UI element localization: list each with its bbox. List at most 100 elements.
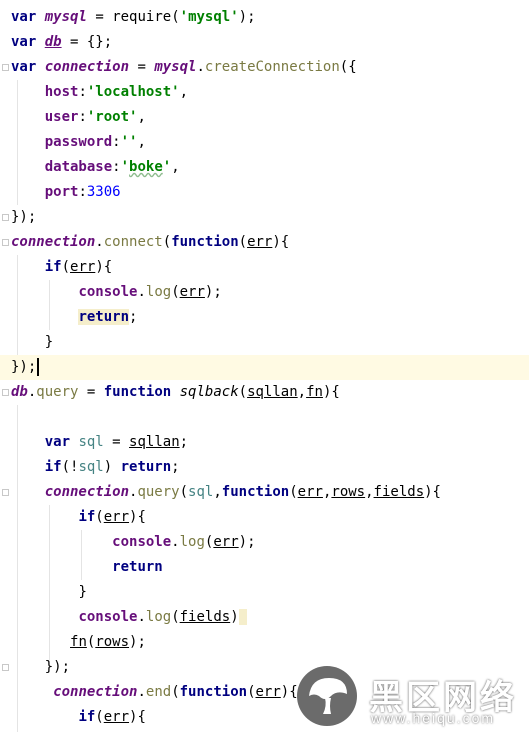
method-call: log xyxy=(145,609,172,625)
code-line-25[interactable]: console.log(fields) xyxy=(11,605,248,630)
object-reference: connection xyxy=(44,484,130,500)
code-line-16[interactable]: db.query = function sqlback(sqllan,fn){ xyxy=(11,380,340,405)
parameter: err xyxy=(70,259,96,275)
punctuation: , xyxy=(171,159,180,175)
code-line-18[interactable]: var sql = sqllan; xyxy=(11,430,188,455)
parameter: err xyxy=(297,484,323,500)
operator: = xyxy=(86,9,113,25)
code-line-3[interactable]: var connection = mysql.createConnection(… xyxy=(11,55,357,80)
parameter: err xyxy=(103,709,130,725)
mushroom-logo-icon xyxy=(297,666,357,726)
code-line-6[interactable]: password:'', xyxy=(11,130,146,155)
punctuation: ){ xyxy=(129,509,146,525)
code-line-20[interactable]: connection.query(sql,function(err,rows,f… xyxy=(11,480,441,505)
code-line-27[interactable]: }); xyxy=(11,655,70,680)
code-line-14[interactable]: } xyxy=(11,330,53,355)
keyword: return xyxy=(120,459,172,475)
fold-marker[interactable] xyxy=(2,64,9,71)
keyword: if xyxy=(44,259,62,275)
punctuation: ){ xyxy=(272,234,290,250)
operator: = xyxy=(129,59,155,75)
punctuation: ){ xyxy=(322,384,340,400)
code-line-15-current[interactable]: }); xyxy=(0,355,529,380)
punctuation: } xyxy=(44,334,54,350)
code-line-26[interactable]: fn(rows); xyxy=(11,630,146,655)
parameter: rows xyxy=(95,634,130,650)
variable-name: db xyxy=(44,34,62,50)
code-line-1[interactable]: var mysql = require('mysql'); xyxy=(11,5,256,30)
code-line-2[interactable]: var db = {}; xyxy=(11,30,112,55)
code-line-10[interactable]: connection.connect(function(err){ xyxy=(11,230,289,255)
variable-name: mysql xyxy=(44,9,87,25)
punctuation: ){ xyxy=(280,684,298,700)
property-key: database xyxy=(44,159,113,175)
punctuation: ( xyxy=(289,484,298,500)
punctuation: (! xyxy=(61,459,79,475)
fold-marker[interactable] xyxy=(2,389,9,396)
code-line-28[interactable]: connection.end(function(err){ xyxy=(11,680,298,705)
string-literal: 'root' xyxy=(86,109,138,125)
keyword: function xyxy=(221,484,290,500)
method-call: connect xyxy=(103,234,163,250)
punctuation: : xyxy=(112,134,121,150)
code-line-5[interactable]: user:'root', xyxy=(11,105,146,130)
keyword: var xyxy=(11,59,37,75)
punctuation: . xyxy=(171,534,180,550)
punctuation: ( xyxy=(238,384,248,400)
operator: = xyxy=(103,434,130,450)
punctuation: ) xyxy=(230,609,239,625)
fold-marker[interactable] xyxy=(2,214,9,221)
code-line-9[interactable]: }); xyxy=(11,205,36,230)
code-line-13[interactable]: return; xyxy=(11,305,137,330)
code-line-4[interactable]: host:'localhost', xyxy=(11,80,188,105)
fold-marker[interactable] xyxy=(2,664,9,671)
keyword: return xyxy=(78,309,130,325)
punctuation: ( xyxy=(247,684,256,700)
punctuation: , xyxy=(179,84,189,100)
local-variable: sql xyxy=(78,459,104,475)
code-line-19[interactable]: if(!sql) return; xyxy=(11,455,180,480)
code-line-21[interactable]: if(err){ xyxy=(11,505,146,530)
code-line-12[interactable]: console.log(err); xyxy=(11,280,221,305)
punctuation: ){ xyxy=(424,484,441,500)
punctuation: ( xyxy=(171,609,180,625)
method-name: query xyxy=(36,384,79,400)
keyword: var xyxy=(11,34,37,50)
punctuation: , xyxy=(213,484,222,500)
string-literal: 'mysql' xyxy=(179,9,239,25)
code-line-24[interactable]: } xyxy=(11,580,86,605)
parameter: err xyxy=(179,284,205,300)
punctuation: . xyxy=(137,609,146,625)
punctuation: ) xyxy=(103,459,121,475)
punctuation: , xyxy=(297,384,307,400)
keyword: function xyxy=(179,684,248,700)
code-line-8[interactable]: port:3306 xyxy=(11,180,121,205)
missing-semicolon-marker xyxy=(238,609,248,625)
local-variable: sql xyxy=(188,484,214,500)
method-call: end xyxy=(145,684,172,700)
punctuation: }); xyxy=(11,359,37,375)
punctuation: ); xyxy=(238,9,256,25)
parameter: err xyxy=(213,534,239,550)
code-line-7[interactable]: database:'boke', xyxy=(11,155,180,180)
code-line-23[interactable]: return xyxy=(11,555,163,580)
punctuation: : xyxy=(112,159,121,175)
parameter: err xyxy=(247,234,273,250)
code-line-29[interactable]: if(err){ xyxy=(11,705,146,730)
punctuation: ( xyxy=(238,234,248,250)
punctuation: : xyxy=(78,109,87,125)
parameter: fn xyxy=(306,384,323,400)
code-line-22[interactable]: console.log(err); xyxy=(11,530,255,555)
parameter: err xyxy=(103,509,130,525)
punctuation: }); xyxy=(11,209,37,225)
punctuation: ; xyxy=(171,459,180,475)
punctuation: ( xyxy=(179,484,189,500)
object-reference: connection xyxy=(11,234,96,250)
code-editor[interactable]: var mysql = require('mysql'); var db = {… xyxy=(0,0,529,732)
code-line-11[interactable]: if(err){ xyxy=(11,255,112,280)
string-quote: ' xyxy=(162,159,172,175)
fold-marker[interactable] xyxy=(2,489,9,496)
object-reference: db xyxy=(11,384,28,400)
fold-marker[interactable] xyxy=(2,239,9,246)
punctuation: ){ xyxy=(129,709,146,725)
